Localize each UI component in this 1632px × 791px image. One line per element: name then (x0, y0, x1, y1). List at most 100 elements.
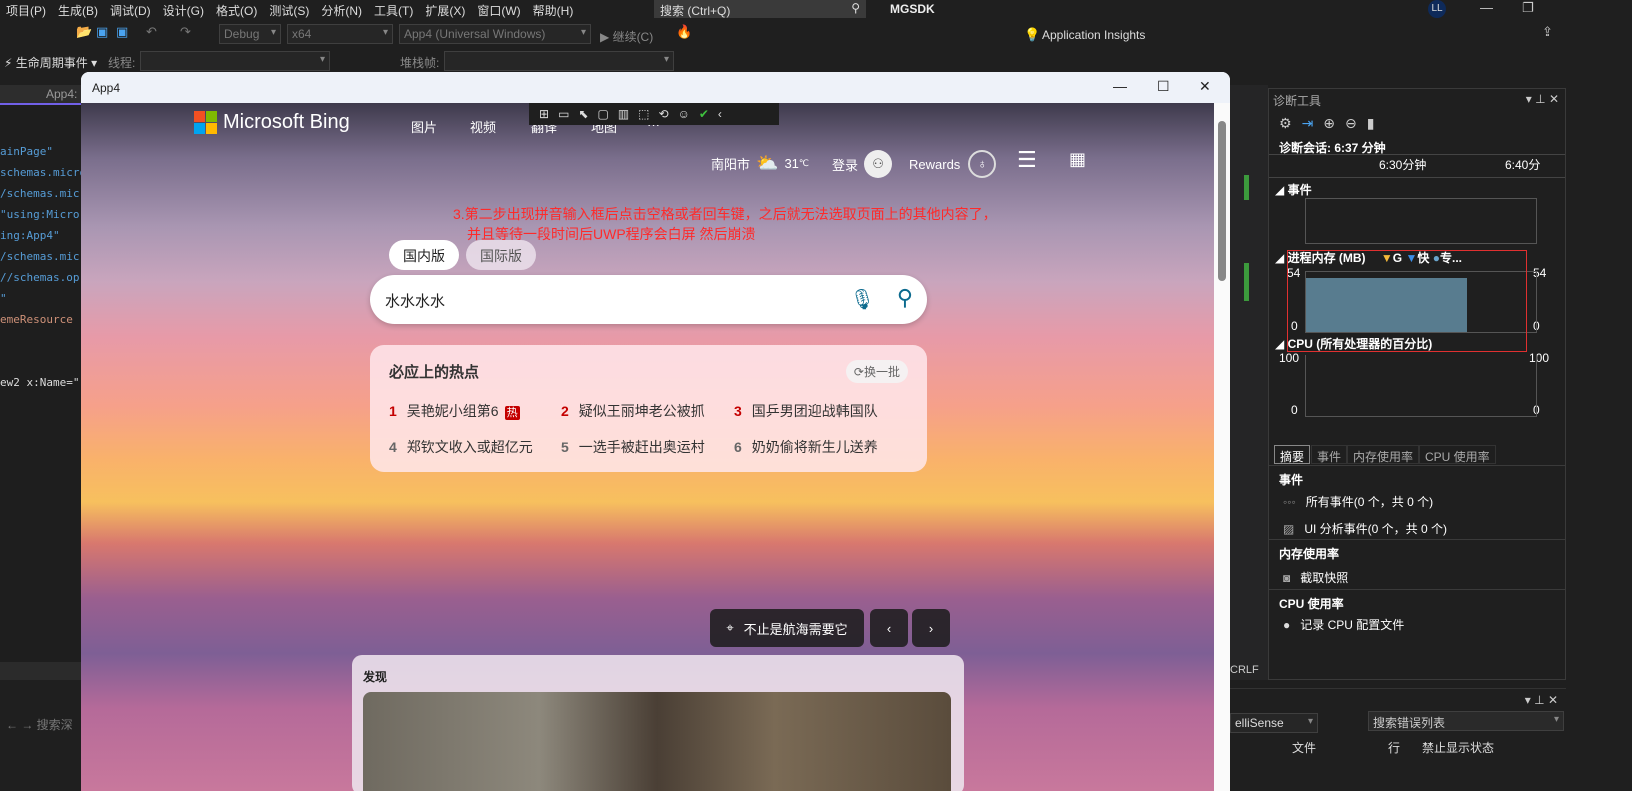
app-close-icon[interactable]: ✕ (1199, 78, 1211, 95)
all-events-link[interactable]: ◦◦◦ 所有事件(0 个，共 0 个) (1283, 493, 1433, 510)
error-search-input[interactable]: 搜索错误列表 (1368, 711, 1564, 731)
image-location-button[interactable]: ⌖ 不止是航海需要它 (710, 609, 864, 647)
line-ending[interactable]: CRLF (1230, 664, 1259, 676)
take-snapshot-button[interactable]: ◙ 截取快照 (1283, 569, 1348, 586)
menu-project[interactable]: 项目(P) (0, 2, 52, 19)
bing-search-box[interactable]: 水水水水 🎙 ⚲ (370, 275, 927, 324)
minimize-icon[interactable]: — (1480, 0, 1493, 15)
export-icon[interactable]: ⇥ (1302, 115, 1324, 131)
trending-item[interactable]: 1 吴艳妮小组第6 热 (389, 401, 520, 421)
nav-videos[interactable]: 视频 (470, 117, 496, 136)
tab-summary[interactable]: 摘要 (1274, 445, 1311, 464)
menu-window[interactable]: 窗口(W) (471, 2, 526, 19)
prev-image-button[interactable]: ‹ (870, 609, 908, 647)
record-cpu-button[interactable]: ● 记录 CPU 配置文件 (1283, 616, 1404, 633)
col-suppression[interactable]: 禁止显示状态 (1422, 739, 1494, 756)
trending-item[interactable]: 3 国乒男团迎战韩国队 (734, 401, 878, 421)
menu-debug[interactable]: 调试(D) (104, 2, 157, 19)
menu-format[interactable]: 格式(O) (210, 2, 263, 19)
live-tree-icon[interactable]: ⊞ (539, 107, 549, 121)
weather[interactable]: 南阳市 ⛅ 31 ℃ (711, 153, 809, 174)
events-section[interactable]: ◢ 事件 (1275, 181, 1312, 198)
trending-item[interactable]: 5 一选手被赶出奥运村 (561, 437, 705, 457)
timeline-ruler[interactable]: 6:30分钟 6:40分 (1269, 154, 1565, 178)
binding-icon[interactable]: ⬚ (638, 107, 649, 121)
discover-image[interactable] (363, 692, 951, 791)
hot-reload-icon[interactable]: 🔥 (676, 24, 692, 40)
ui-events-label: UI 分析事件(0 个，共 0 个) (1304, 522, 1448, 536)
editor-hscrollbar[interactable] (0, 662, 81, 680)
menu-design[interactable]: 设计(G) (157, 2, 210, 19)
check-icon[interactable]: ✔ (699, 107, 709, 121)
save-all-icon[interactable]: ▣ (116, 24, 128, 40)
trending-item[interactable]: 6 奶奶偷将新生儿送养 (734, 437, 878, 457)
search-query[interactable]: 水水水水 (385, 290, 445, 311)
microphone-icon[interactable]: 🎙 (850, 287, 875, 312)
zoom-in-icon[interactable]: ⊕ (1323, 115, 1345, 131)
share-icon[interactable]: ⇪ (1542, 24, 1553, 40)
bing-logo[interactable]: Microsoft Bing (194, 111, 350, 134)
thread-dropdown[interactable] (140, 51, 330, 71)
restore-icon[interactable]: ❐ (1522, 0, 1534, 16)
next-image-button[interactable]: › (912, 609, 950, 647)
tab-cpu[interactable]: CPU 使用率 (1419, 445, 1496, 464)
startup-dropdown[interactable]: App4 (Universal Windows) (399, 24, 591, 44)
login-button[interactable]: 登录 ⚇ (832, 150, 893, 178)
editor-tab[interactable]: App4: (46, 87, 77, 101)
qr-code-icon[interactable]: ▦ (1069, 149, 1086, 170)
accessibility-icon[interactable]: ☺ (678, 107, 690, 121)
app-minimize-icon[interactable]: — (1113, 78, 1127, 94)
redo-icon[interactable]: ↷ (180, 24, 191, 40)
settings-icon[interactable]: ⚙ (1279, 115, 1302, 131)
continue-button[interactable]: ▶ 继续(C) (600, 28, 653, 45)
nav-images[interactable]: 图片 (411, 117, 437, 136)
menu-tools[interactable]: 工具(T) (368, 2, 419, 19)
collapse-icon[interactable]: ‹ (718, 107, 722, 121)
undo-icon[interactable]: ↶ (146, 24, 157, 40)
save-icon[interactable]: ▣ (96, 24, 108, 40)
stackframe-dropdown[interactable] (444, 51, 674, 71)
select-element-icon[interactable]: ⬉ (578, 107, 588, 121)
panel-controls[interactable]: ▾ ⊥ ✕ (1525, 693, 1558, 707)
trending-item[interactable]: 4 郑钦文收入或超亿元 (389, 437, 533, 457)
refresh-button[interactable]: ⟳换一批 (845, 360, 908, 383)
rewards-button[interactable]: Rewards ♁ (909, 150, 997, 178)
record-icon[interactable]: ▭ (558, 107, 569, 121)
code-editor[interactable]: App4: ainPage" schemas.micro/schemas.mic "… (0, 85, 86, 680)
avatar[interactable]: LL (1428, 0, 1446, 18)
chart-icon[interactable]: ▮ (1367, 115, 1385, 131)
menu-help[interactable]: 帮助(H) (527, 2, 580, 19)
open-folder-icon[interactable]: 📂 (76, 24, 92, 40)
tab-domestic[interactable]: 国内版 (389, 240, 459, 270)
menu-build[interactable]: 生成(B) (52, 2, 104, 19)
ui-events-link[interactable]: ▨ UI 分析事件(0 个，共 0 个) (1283, 520, 1447, 537)
search-input[interactable]: 搜索 (Ctrl+Q) ⚲ (654, 0, 866, 18)
app-maximize-icon[interactable]: ☐ (1157, 78, 1170, 95)
lifecycle-events-button[interactable]: ⚡ 生命周期事件 ▾ (4, 54, 97, 71)
zoom-out-icon[interactable]: ⊖ (1345, 115, 1367, 131)
find-label[interactable]: ← → 搜索深 (6, 716, 73, 733)
app-vscrollbar[interactable] (1214, 103, 1230, 791)
tab-events[interactable]: 事件 (1311, 445, 1348, 464)
col-file[interactable]: 文件 (1292, 739, 1316, 756)
menu-test[interactable]: 测试(S) (263, 2, 315, 19)
menu-analyze[interactable]: 分析(N) (315, 2, 368, 19)
col-line[interactable]: 行 (1388, 739, 1400, 756)
search-icon[interactable]: ⚲ (897, 285, 913, 311)
menu-icon[interactable]: ☰ (1017, 147, 1037, 173)
tab-memory[interactable]: 内存使用率 (1347, 445, 1420, 464)
app-insights-button[interactable]: Application Insights (1042, 28, 1145, 42)
menu-extensions[interactable]: 扩展(X) (419, 2, 471, 19)
display-adorners-icon[interactable]: ▢ (597, 107, 608, 121)
config-dropdown[interactable]: Debug (219, 24, 281, 44)
track-focus-icon[interactable]: ▥ (618, 107, 629, 121)
scroll-thumb[interactable] (1218, 121, 1226, 281)
tab-international[interactable]: 国际版 (466, 240, 536, 270)
build-intellisense-dropdown[interactable]: elliSense (1230, 713, 1318, 733)
trending-item[interactable]: 2 疑似王丽坤老公被抓 (561, 401, 705, 421)
hot-reload-status-icon[interactable]: ⟲ (659, 107, 669, 121)
panel-controls[interactable]: ▾ ⊥ ✕ (1526, 92, 1559, 106)
platform-dropdown[interactable]: x64 (287, 24, 393, 44)
cpu-section[interactable]: ◢ CPU (所有处理器的百分比) (1275, 335, 1432, 352)
